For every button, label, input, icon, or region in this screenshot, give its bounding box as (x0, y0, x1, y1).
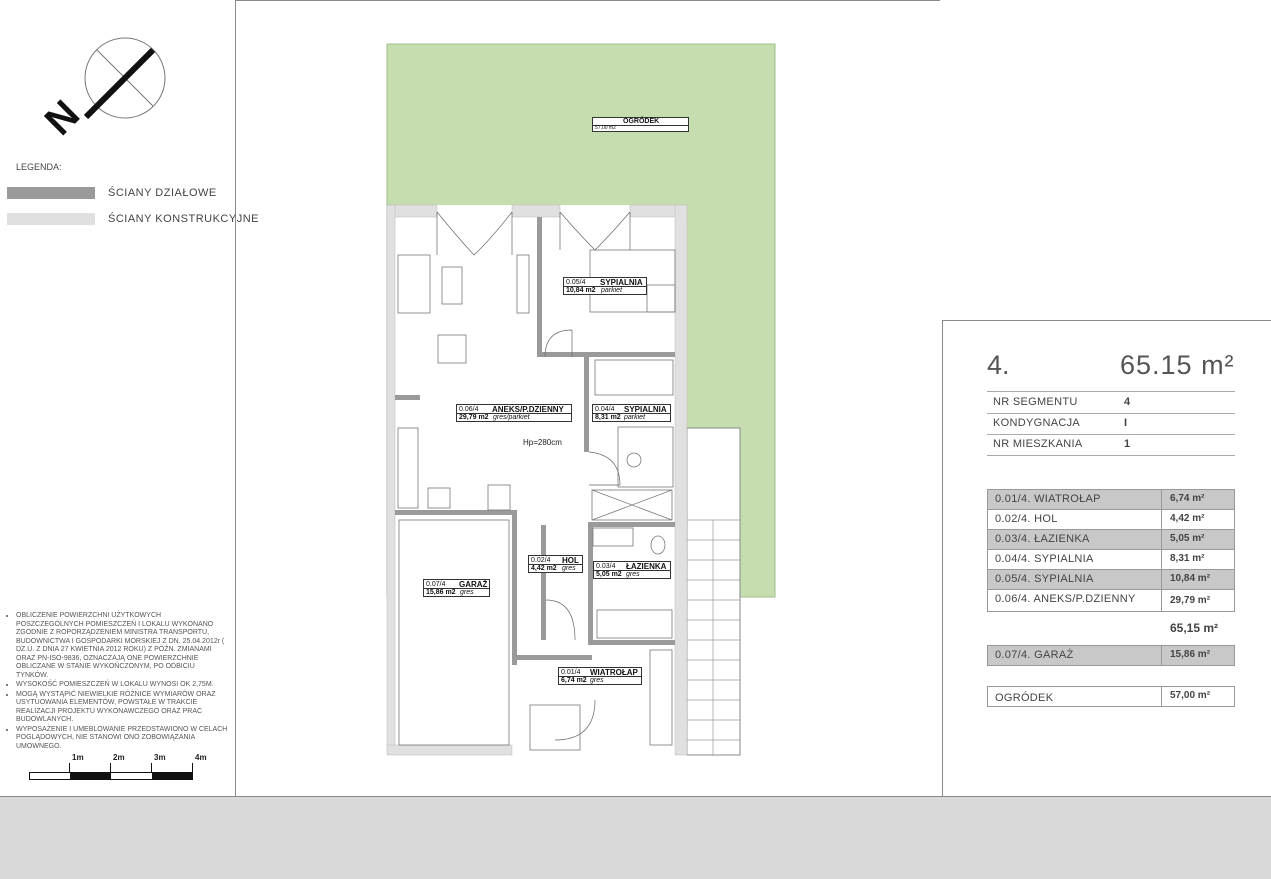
summary-rooms-total: 65,15 m² (1170, 621, 1219, 635)
note-item: MOGĄ WYSTĄPIĆ NIEWIELKIE RÓŻNICE WYMIARÓ… (16, 691, 228, 725)
legend-swatch-structural (7, 213, 95, 225)
summary-room-row: 0.05/4. SYPIALNIA 10,84 m² (987, 570, 1235, 590)
room-label-wiatrolap: 0.01/4 WIATROŁAP 6,74 m2 gres (558, 667, 642, 685)
room-height-label: Hp=280cm (523, 438, 562, 447)
notes: OBLICZENIE POWIERZCHNI UŻYTKOWYCH POSZCZ… (6, 612, 228, 752)
scale-label-4m: 4m (195, 753, 207, 762)
scale-bar (29, 772, 193, 780)
apartment-total-area: 65.15 m² (1120, 350, 1235, 380)
note-item: OBLICZENIE POWIERZCHNI UŻYTKOWYCH POSZCZ… (16, 612, 228, 680)
room-label-lazienka: 0.03/4 ŁAZIENKA 5,05 m2 gres (593, 561, 671, 579)
note-item: WYSOKOŚĆ POMIESZCZEŃ W LOKALU WYNOSI OK … (16, 681, 228, 690)
note-item: WYPOSAŻENIE I UMEBLOWANIE PRZEDSTAWIONO … (16, 726, 228, 752)
summary-garage-row: 0.07/4. GARAŻ 15,86 m² (987, 646, 1235, 666)
floor-plan (386, 43, 776, 756)
scale-label-3m: 3m (154, 753, 166, 762)
scale-label-2m: 2m (113, 753, 125, 762)
footer-band (0, 796, 1271, 879)
room-label-garaz: 0.07/4 GARAŻ 15,86 m2 gres (423, 579, 490, 597)
summary-garden-row: OGRÓDEK 57,00 m² (987, 687, 1235, 707)
room-label-aneks: 0.06/4 ANEKS/P.DZIENNY 29,79 m2 gres/par… (456, 404, 572, 422)
legend-swatch-partition (7, 187, 95, 199)
legend-label-partition: ŚCIANY DZIAŁOWE (108, 187, 217, 199)
info-row-segment: NR SEGMENTU 4 (987, 392, 1235, 414)
top-rule (235, 0, 940, 1)
garden-label: OGRÓDEK 57,00 m2 (592, 117, 689, 132)
summary-room-row: 0.06/4. ANEKS/P.DZIENNY 29,79 m² (987, 590, 1235, 612)
summary-room-row: 0.03/4. ŁAZIENKA 5,05 m² (987, 530, 1235, 550)
room-label-hol: 0.02/4 HOL 4,42 m2 gres (528, 555, 583, 573)
right-panel-divider (942, 320, 943, 796)
legend-title: LEGENDA: (16, 162, 62, 172)
room-label-sypialnia-04: 0.04/4 SYPIALNIA 8,31 m2 parkiet (592, 404, 671, 422)
north-arrow (83, 47, 156, 120)
info-row-floor: KONDYGNACJA I (987, 413, 1235, 435)
summary-room-row: 0.02/4. HOL 4,42 m² (987, 510, 1235, 530)
scale-label-1m: 1m (72, 753, 84, 762)
summary-room-row: 0.01/4. WIATROŁAP 6,74 m² (987, 490, 1235, 510)
apartment-number: 4. (987, 350, 1010, 380)
room-label-sypialnia-05: 0.05/4 SYPIALNIA 10,84 m2 parkiet (563, 277, 647, 295)
right-panel-top-rule (942, 320, 1271, 321)
left-panel-divider (235, 0, 236, 796)
info-row-apartment: NR MIESZKANIA 1 (987, 434, 1235, 456)
legend-label-structural: ŚCIANY KONSTRUKCYJNE (108, 213, 259, 225)
staircase (686, 427, 741, 756)
summary-room-row: 0.04/4. SYPIALNIA 8,31 m² (987, 550, 1235, 570)
